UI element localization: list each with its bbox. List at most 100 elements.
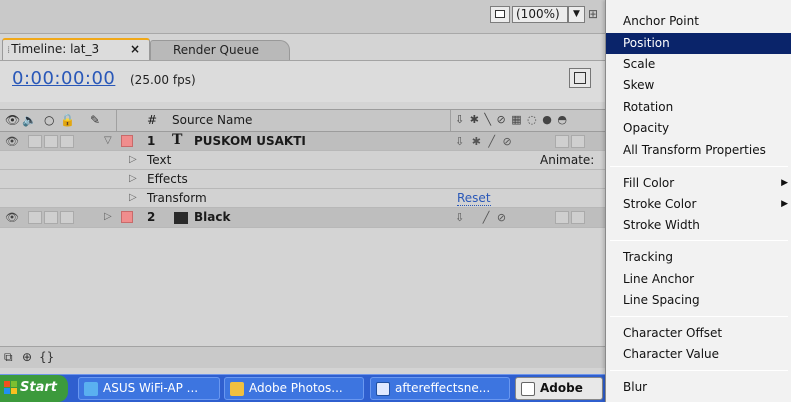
close-tab-button[interactable]: ×	[130, 40, 140, 58]
taskbar-item-label: ASUS WiFi-AP ...	[103, 381, 199, 395]
comp-icon[interactable]: ⧉	[4, 350, 13, 365]
property-label-effects: Effects	[147, 172, 188, 186]
submenu-arrow-icon: ▶	[781, 199, 788, 209]
eye-icon[interactable]: 👁	[5, 211, 19, 224]
video-eye-icon: 👁	[5, 113, 21, 127]
layer-switches[interactable]: ⇩ ╱ ⊘	[455, 211, 508, 224]
eye-icon[interactable]: 👁	[5, 135, 19, 148]
switch-cell[interactable]	[555, 211, 569, 224]
taskbar-item-asus[interactable]: ASUS WiFi-AP ...	[78, 377, 220, 400]
expand-triangle-open-icon[interactable]: ▽	[104, 135, 112, 146]
menu-item-label: Stroke Color	[623, 197, 697, 211]
taskbar-item-label: aftereffectsne...	[395, 381, 491, 395]
audio-speaker-icon: 🔈	[22, 113, 37, 127]
solo-toggle[interactable]	[44, 135, 58, 148]
tab-timeline[interactable]: ⁞Timeline: lat_3 ×	[2, 38, 150, 60]
property-row-effects[interactable]: ▷ Effects	[0, 170, 605, 189]
current-time-display[interactable]: 0:00:00:00	[12, 68, 115, 89]
menu-item-line-anchor[interactable]: Line Anchor	[606, 269, 791, 290]
lock-toggle[interactable]	[60, 211, 74, 224]
menu-item-skew[interactable]: Skew	[606, 75, 791, 96]
layer-number: 2	[147, 210, 156, 224]
timeline-bottom-bar	[0, 346, 605, 368]
menu-item-stroke-width[interactable]: Stroke Width	[606, 215, 791, 236]
menu-item-all-transform[interactable]: All Transform Properties	[606, 140, 791, 161]
expand-triangle-closed-icon[interactable]: ▷	[129, 173, 137, 184]
menu-item-label: Fill Color	[623, 176, 675, 190]
expand-triangle-closed-icon[interactable]: ▷	[129, 192, 137, 203]
switch-cell[interactable]	[571, 135, 585, 148]
column-divider	[116, 110, 117, 131]
menu-item-blur[interactable]: Blur	[606, 377, 791, 398]
taskbar-item-aftereffects[interactable]: Adobe	[515, 377, 603, 400]
switches-header-icons: ⇩ ✱ ╲ ⊘ ▦ ◌ ● ◓	[455, 113, 568, 126]
wifi-app-icon	[84, 382, 98, 396]
layer-number: 1	[147, 134, 156, 148]
solo-icon: ○	[44, 113, 55, 127]
layer-list-empty-area[interactable]	[0, 228, 605, 346]
label-pen-icon: ✎	[90, 113, 101, 127]
layer-switches[interactable]: ⇩ ✱ ╱ ⊘	[455, 135, 514, 148]
switch-cell[interactable]	[555, 135, 569, 148]
flowchart-icon	[574, 72, 586, 84]
layer-row[interactable]: 👁 ▽ 1 T PUSKOM USAKTI ⇩ ✱ ╱ ⊘	[0, 132, 605, 151]
text-layer-icon: T	[172, 132, 183, 148]
zoom-dropdown-arrow[interactable]: ▼	[568, 6, 585, 23]
layer-row[interactable]: 👁 ▷ 2 Black ⇩ ╱ ⊘	[0, 208, 605, 228]
expand-switches-icon[interactable]: {}	[39, 350, 54, 364]
tab-render-queue-label: Render Queue	[173, 43, 259, 57]
menu-separator	[610, 316, 788, 317]
menu-item-opacity[interactable]: Opacity	[606, 118, 791, 139]
snapshot-icon	[495, 10, 505, 18]
taskbar-item-label: Adobe	[540, 381, 583, 395]
taskbar-item-photoshop[interactable]: Adobe Photos...	[224, 377, 364, 400]
snapshot-button[interactable]	[490, 6, 510, 23]
menu-item-anchor-point[interactable]: Anchor Point	[606, 11, 791, 32]
property-row-text[interactable]: ▷ Text Animate:	[0, 151, 605, 170]
modes-toggle-icon[interactable]: ⊕	[22, 350, 32, 364]
menu-item-character-value[interactable]: Character Value	[606, 344, 791, 365]
start-button[interactable]: Start	[0, 375, 68, 402]
layer-name[interactable]: PUSKOM USAKTI	[194, 134, 306, 148]
property-label-text: Text	[147, 153, 172, 167]
label-color-swatch[interactable]	[121, 211, 133, 223]
menu-item-line-spacing[interactable]: Line Spacing	[606, 290, 791, 311]
menu-item-tracking[interactable]: Tracking	[606, 247, 791, 268]
source-name-header[interactable]: Source Name	[172, 113, 252, 127]
lock-toggle[interactable]	[60, 135, 74, 148]
layer-name[interactable]: Black	[194, 210, 230, 224]
menu-separator	[610, 166, 788, 167]
label-color-swatch[interactable]	[121, 135, 133, 147]
photoshop-icon	[230, 382, 244, 396]
switch-cell[interactable]	[571, 211, 585, 224]
menu-item-stroke-color[interactable]: Stroke Color ▶	[606, 194, 791, 215]
start-label: Start	[20, 380, 57, 395]
solo-toggle[interactable]	[44, 211, 58, 224]
layer-number-header: #	[147, 113, 158, 127]
property-row-transform[interactable]: ▷ Transform Reset	[0, 189, 605, 208]
grip-icon: ⁞	[7, 45, 11, 56]
comp-mini-flowchart-button[interactable]	[569, 68, 591, 88]
windows-logo-icon	[4, 381, 17, 394]
expand-triangle-closed-icon[interactable]: ▷	[129, 154, 137, 165]
menu-item-scale[interactable]: Scale	[606, 54, 791, 75]
frame-rate-label: (25.00 fps)	[130, 73, 196, 87]
menu-item-fill-color[interactable]: Fill Color ▶	[606, 173, 791, 194]
audio-toggle[interactable]	[28, 211, 42, 224]
menu-item-rotation[interactable]: Rotation	[606, 97, 791, 118]
expand-triangle-closed-icon[interactable]: ▷	[104, 211, 112, 222]
lock-icon: 🔒	[60, 113, 75, 127]
animate-menu-label[interactable]: Animate:	[540, 153, 594, 167]
zoom-level[interactable]: (100%)	[512, 6, 568, 23]
menu-separator	[610, 370, 788, 371]
grid-icon[interactable]: ⊞	[588, 8, 600, 20]
tab-render-queue[interactable]: Render Queue	[150, 40, 290, 60]
taskbar-item-word[interactable]: aftereffectsne...	[370, 377, 510, 400]
property-label-transform: Transform	[147, 191, 207, 205]
reset-link[interactable]: Reset	[457, 191, 491, 206]
word-doc-icon	[376, 382, 390, 396]
column-divider	[450, 110, 451, 131]
menu-item-character-offset[interactable]: Character Offset	[606, 323, 791, 344]
menu-item-position[interactable]: Position	[606, 33, 791, 54]
audio-toggle[interactable]	[28, 135, 42, 148]
